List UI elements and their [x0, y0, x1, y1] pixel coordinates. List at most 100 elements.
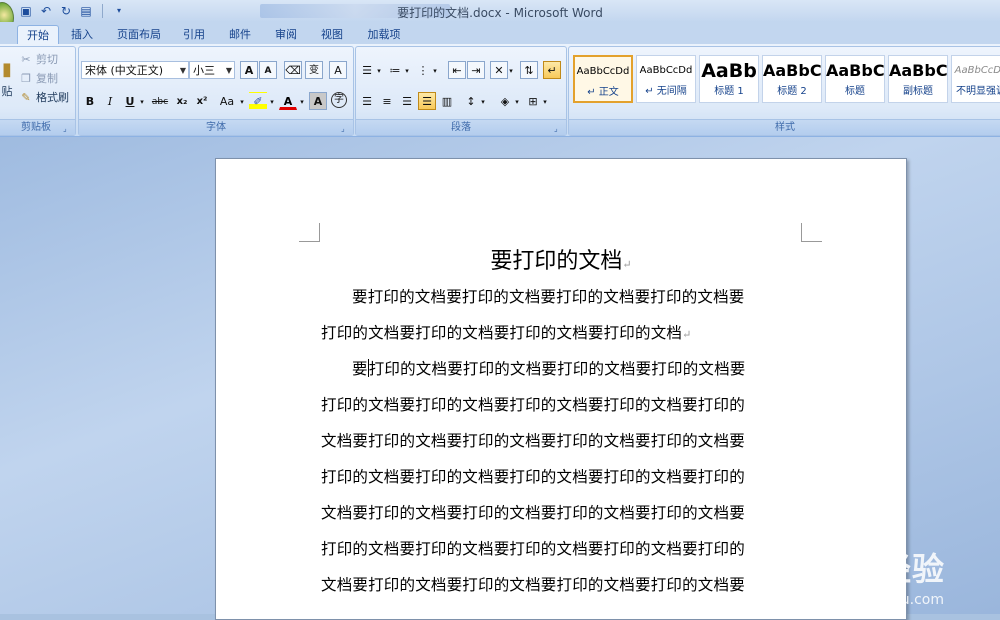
font-launcher-icon[interactable]: ⌟: [341, 124, 350, 133]
font-color-dropdown-icon[interactable]: ▾: [297, 92, 307, 110]
copy-icon: ❐: [21, 72, 31, 85]
tab-references[interactable]: 引用: [176, 25, 212, 44]
distributed-button[interactable]: ▥: [438, 92, 456, 110]
paragraph-launcher-icon[interactable]: ⌟: [554, 124, 563, 133]
increase-indent-button[interactable]: ⇥: [467, 61, 485, 79]
tab-page-layout[interactable]: 页面布局: [110, 25, 168, 44]
tab-view[interactable]: 视图: [314, 25, 350, 44]
paragraph-2-line-1: 要打印的文档要打印的文档要打印的文档要打印的文档要: [321, 351, 803, 387]
character-border-button[interactable]: A: [329, 61, 347, 79]
watermark-url: jingyan.baidu.com: [814, 592, 944, 608]
align-left-button[interactable]: ☰: [358, 92, 376, 110]
tab-insert[interactable]: 插入: [62, 25, 102, 44]
phonetic-guide-button[interactable]: 变: [305, 61, 323, 79]
shading-dropdown-icon[interactable]: ▾: [512, 92, 522, 110]
paragraph-2-line: 文档要打印的文档要打印的文档要打印的文档要打印的文档要: [321, 432, 745, 450]
line-spacing-dropdown-icon[interactable]: ▾: [478, 92, 488, 110]
bullets-dropdown-icon[interactable]: ▾: [374, 61, 384, 79]
highlight-button[interactable]: ✐: [249, 92, 267, 110]
numbering-dropdown-icon[interactable]: ▾: [402, 61, 412, 79]
tab-home[interactable]: 开始: [17, 25, 59, 45]
style-subtitle[interactable]: AaBbC 副标题: [888, 55, 948, 103]
paragraph-2-line: 文档要打印的文档要打印的文档要打印的文档要打印的文档要: [321, 576, 745, 594]
align-center-icon: ≡: [382, 95, 392, 108]
paint-bucket-icon: ◈: [500, 95, 510, 108]
decrease-indent-button[interactable]: ⇤: [448, 61, 466, 79]
borders-icon: ⊞: [528, 95, 538, 108]
crop-mark-top-left: [299, 223, 320, 242]
tab-addins[interactable]: 加载项: [360, 25, 408, 44]
style-title-name: 标题: [845, 86, 865, 97]
style-no-spacing[interactable]: AaBbCcDd ↵ 无间隔: [636, 55, 696, 103]
align-right-button[interactable]: ☰: [398, 92, 416, 110]
borders-dropdown-icon[interactable]: ▾: [540, 92, 550, 110]
copy-label: 复制: [36, 72, 58, 85]
tab-review[interactable]: 审阅: [268, 25, 304, 44]
paragraph-1-line-2-text: 打印的文档要打印的文档要打印的文档要打印的文档: [321, 324, 683, 342]
style-heading-1[interactable]: AaBb 标题 1: [699, 55, 759, 103]
multilevel-list-icon: ⋮: [417, 64, 429, 77]
style-no-spacing-name: ↵ 无间隔: [645, 86, 687, 97]
highlight-dropdown-icon[interactable]: ▾: [267, 92, 277, 110]
paragraph-1[interactable]: 要打印的文档要打印的文档要打印的文档要打印的文档要 打印的文档要打印的文档要打印…: [321, 279, 803, 353]
align-right-icon: ☰: [402, 95, 412, 108]
multilevel-dropdown-icon[interactable]: ▾: [430, 61, 440, 79]
style-normal[interactable]: AaBbCcDd ↵ 正文: [573, 55, 633, 103]
style-heading-2-name: 标题 2: [777, 86, 807, 97]
font-color-button[interactable]: A: [279, 92, 297, 110]
brush-icon: ✎: [21, 91, 31, 104]
justify-button[interactable]: ☰: [418, 92, 436, 110]
font-group-label: 字体: [79, 119, 353, 135]
paragraph-2[interactable]: 要打印的文档要打印的文档要打印的文档要打印的文档要 打印的文档要打印的文档要打印…: [321, 351, 803, 603]
paragraph-2-line: 文档要打印的文档要打印的文档要打印的文档要打印的文档要: [321, 504, 745, 522]
style-normal-sample: AaBbCcDd: [576, 66, 630, 77]
ribbon-tabs: 开始 插入 页面布局 引用 邮件 审阅 视图 加载项: [0, 22, 1000, 45]
increase-indent-icon: ⇥: [471, 64, 481, 77]
character-shading-button[interactable]: A: [309, 92, 327, 110]
strikethrough-button[interactable]: abc: [149, 92, 171, 110]
font-name-combo[interactable]: 宋体 (中文正文) ▼: [81, 61, 189, 79]
font-size-combo[interactable]: 小三 ▼: [189, 61, 235, 79]
copy-button[interactable]: ❐ 复制: [19, 70, 58, 88]
watermark-text: Baidu 经验: [759, 550, 945, 588]
superscript-button[interactable]: x²: [193, 92, 211, 110]
style-heading-2[interactable]: AaBbC 标题 2: [762, 55, 822, 103]
dropdown-arrow-icon: ▼: [225, 66, 232, 75]
justify-icon: ☰: [422, 95, 432, 108]
tab-mailings[interactable]: 邮件: [222, 25, 258, 44]
style-subtitle-sample: AaBbC: [889, 61, 947, 80]
change-case-button[interactable]: Aa: [215, 92, 239, 110]
document-workspace: 要打印的文档↵ 要打印的文档要打印的文档要打印的文档要打印的文档要 打印的文档要…: [0, 137, 1000, 620]
subscript-button[interactable]: x₂: [173, 92, 191, 110]
format-painter-button[interactable]: ✎ 格式刷: [19, 89, 69, 107]
shrink-font-button[interactable]: A: [259, 61, 277, 79]
enclose-characters-button[interactable]: 字: [331, 92, 347, 108]
clipboard-launcher-icon[interactable]: ⌟: [63, 124, 72, 133]
document-title[interactable]: 要打印的文档↵: [321, 243, 801, 275]
sort-button[interactable]: ⇅: [520, 61, 538, 79]
italic-button[interactable]: I: [101, 92, 119, 110]
document-title-text: 要打印的文档: [490, 249, 623, 274]
bold-button[interactable]: B: [81, 92, 99, 110]
style-subtitle-name: 副标题: [903, 86, 933, 97]
decrease-indent-icon: ⇤: [452, 64, 462, 77]
font-size-value: 小三: [193, 64, 215, 77]
cut-button[interactable]: ✂ 剪切: [19, 51, 58, 69]
align-center-button[interactable]: ≡: [378, 92, 396, 110]
clear-format-button[interactable]: ⌫: [284, 61, 302, 79]
style-title[interactable]: AaBbC 标题: [825, 55, 885, 103]
change-case-dropdown-icon[interactable]: ▾: [237, 92, 247, 110]
style-subtle-emphasis[interactable]: AaBbCcDd 不明显强调: [951, 55, 1000, 103]
style-subtle-emphasis-name: 不明显强调: [956, 86, 1000, 97]
style-title-sample: AaBbC: [826, 61, 884, 80]
chinese-layout-dropdown-icon[interactable]: ▾: [506, 61, 516, 79]
style-normal-name: ↵ 正文: [587, 87, 619, 98]
paragraph-group: ☰ ▾ ≔ ▾ ⋮ ▾ ⇤ ⇥ ✕ ▾ ⇅ ↵ ☰ ≡ ☰ ☰ ▥ ↕ ▾ ◈ …: [355, 46, 567, 136]
grow-font-button[interactable]: A: [240, 61, 258, 79]
show-formatting-marks-button[interactable]: ↵: [543, 61, 561, 79]
font-group: 宋体 (中文正文) ▼ 小三 ▼ A A ⌫ 变 A B I U ▾ abc x…: [78, 46, 354, 136]
title-bar: ▣ ↶ ↻ ▤ ▾ 要打印的文档.docx - Microsoft Word: [0, 0, 1000, 34]
style-heading-1-sample: AaBb: [701, 60, 757, 82]
underline-dropdown-icon[interactable]: ▾: [137, 92, 147, 110]
paste-button[interactable]: ▮ 贴: [0, 57, 15, 107]
